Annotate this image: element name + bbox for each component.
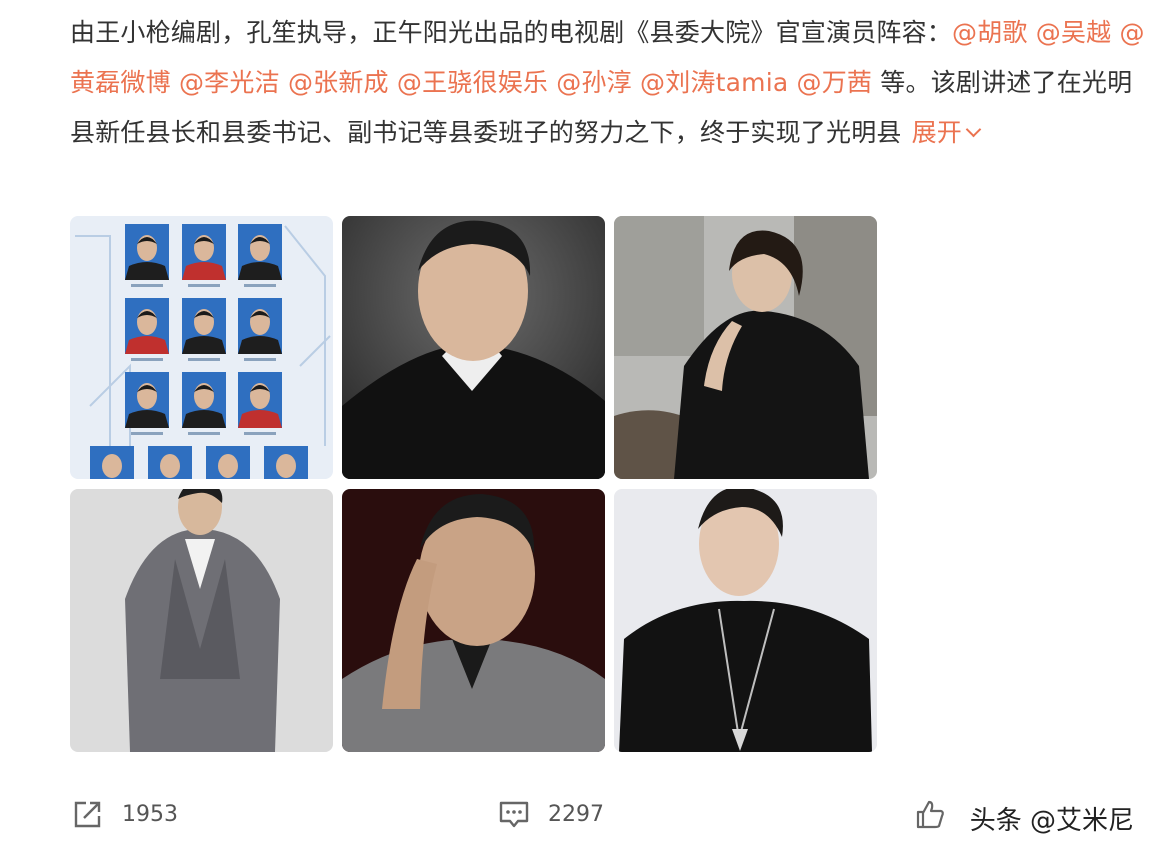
post-text-fragment — [1028, 18, 1036, 47]
poster-headshot — [125, 372, 169, 435]
post-text-fragment — [280, 68, 288, 97]
poster-headshot — [206, 446, 250, 479]
poster-headshot — [125, 298, 169, 361]
like-button[interactable] — [914, 798, 946, 830]
watermark: 头条 @艾米尼 — [969, 806, 1134, 836]
post-body: 由王小枪编剧，孔笙执导，正午阳光出品的电视剧《县委大院》官宣演员阵容：@胡歌 @… — [70, 18, 1145, 147]
post-text-fragment — [171, 68, 179, 97]
poster-headshot — [238, 298, 282, 361]
share-count: 1953 — [122, 801, 178, 827]
mention-link[interactable]: @王骁很娱乐 — [397, 68, 548, 97]
actor-portrait-suit[interactable] — [70, 489, 333, 752]
mention-link[interactable]: @孙淳 — [556, 68, 632, 97]
poster-headshot — [182, 298, 226, 361]
comment-icon — [499, 801, 529, 828]
share-button[interactable]: 1953 — [72, 798, 178, 830]
poster-headshot — [238, 372, 282, 435]
poster-headshot — [182, 224, 226, 287]
actor-portrait-young[interactable] — [614, 489, 877, 752]
post-text-fragment — [1111, 18, 1119, 47]
weibo-post: 由王小枪编剧，孔笙执导，正午阳光出品的电视剧《县委大院》官宣演员阵容：@胡歌 @… — [0, 0, 1158, 862]
mention-link[interactable]: @李光洁 — [179, 68, 280, 97]
actress-portrait[interactable] — [614, 216, 877, 479]
post-text-fragment: 由王小枪编剧，孔笙执导，正午阳光出品的电视剧《县委大院》官宣演员阵容： — [70, 18, 953, 47]
actor-portrait-1[interactable] — [342, 216, 605, 479]
photo-grid — [70, 216, 878, 752]
poster-headshot — [148, 446, 192, 479]
mention-link[interactable]: @万茜 — [797, 68, 873, 97]
mention-link[interactable]: @吴越 — [1036, 18, 1112, 47]
thumbs-up-icon — [916, 800, 944, 829]
mention-link[interactable]: @刘涛tamia — [640, 68, 788, 97]
poster-headshot — [182, 372, 226, 435]
mention-link[interactable]: @张新成 — [288, 68, 389, 97]
poster-headshot — [125, 224, 169, 287]
poster-headshot — [238, 224, 282, 287]
share-icon — [74, 801, 101, 828]
cast-poster-photo[interactable] — [70, 216, 333, 479]
post-text-fragment — [389, 68, 397, 97]
chevron-down-icon — [965, 121, 982, 138]
mention-link[interactable]: @胡歌 — [952, 18, 1028, 47]
expand-label: 展开 — [911, 118, 963, 147]
comment-count: 2297 — [548, 801, 604, 827]
poster-headshot — [90, 446, 134, 479]
comment-button[interactable]: 2297 — [498, 798, 604, 830]
post-text-fragment — [788, 68, 796, 97]
post-text-fragment — [632, 68, 640, 97]
actor-portrait-hand[interactable] — [342, 489, 605, 752]
post-text: 由王小枪编剧，孔笙执导，正午阳光出品的电视剧《县委大院》官宣演员阵容：@胡歌 @… — [70, 8, 1145, 158]
poster-headshot — [264, 446, 308, 479]
expand-link[interactable]: 展开 — [911, 118, 982, 147]
